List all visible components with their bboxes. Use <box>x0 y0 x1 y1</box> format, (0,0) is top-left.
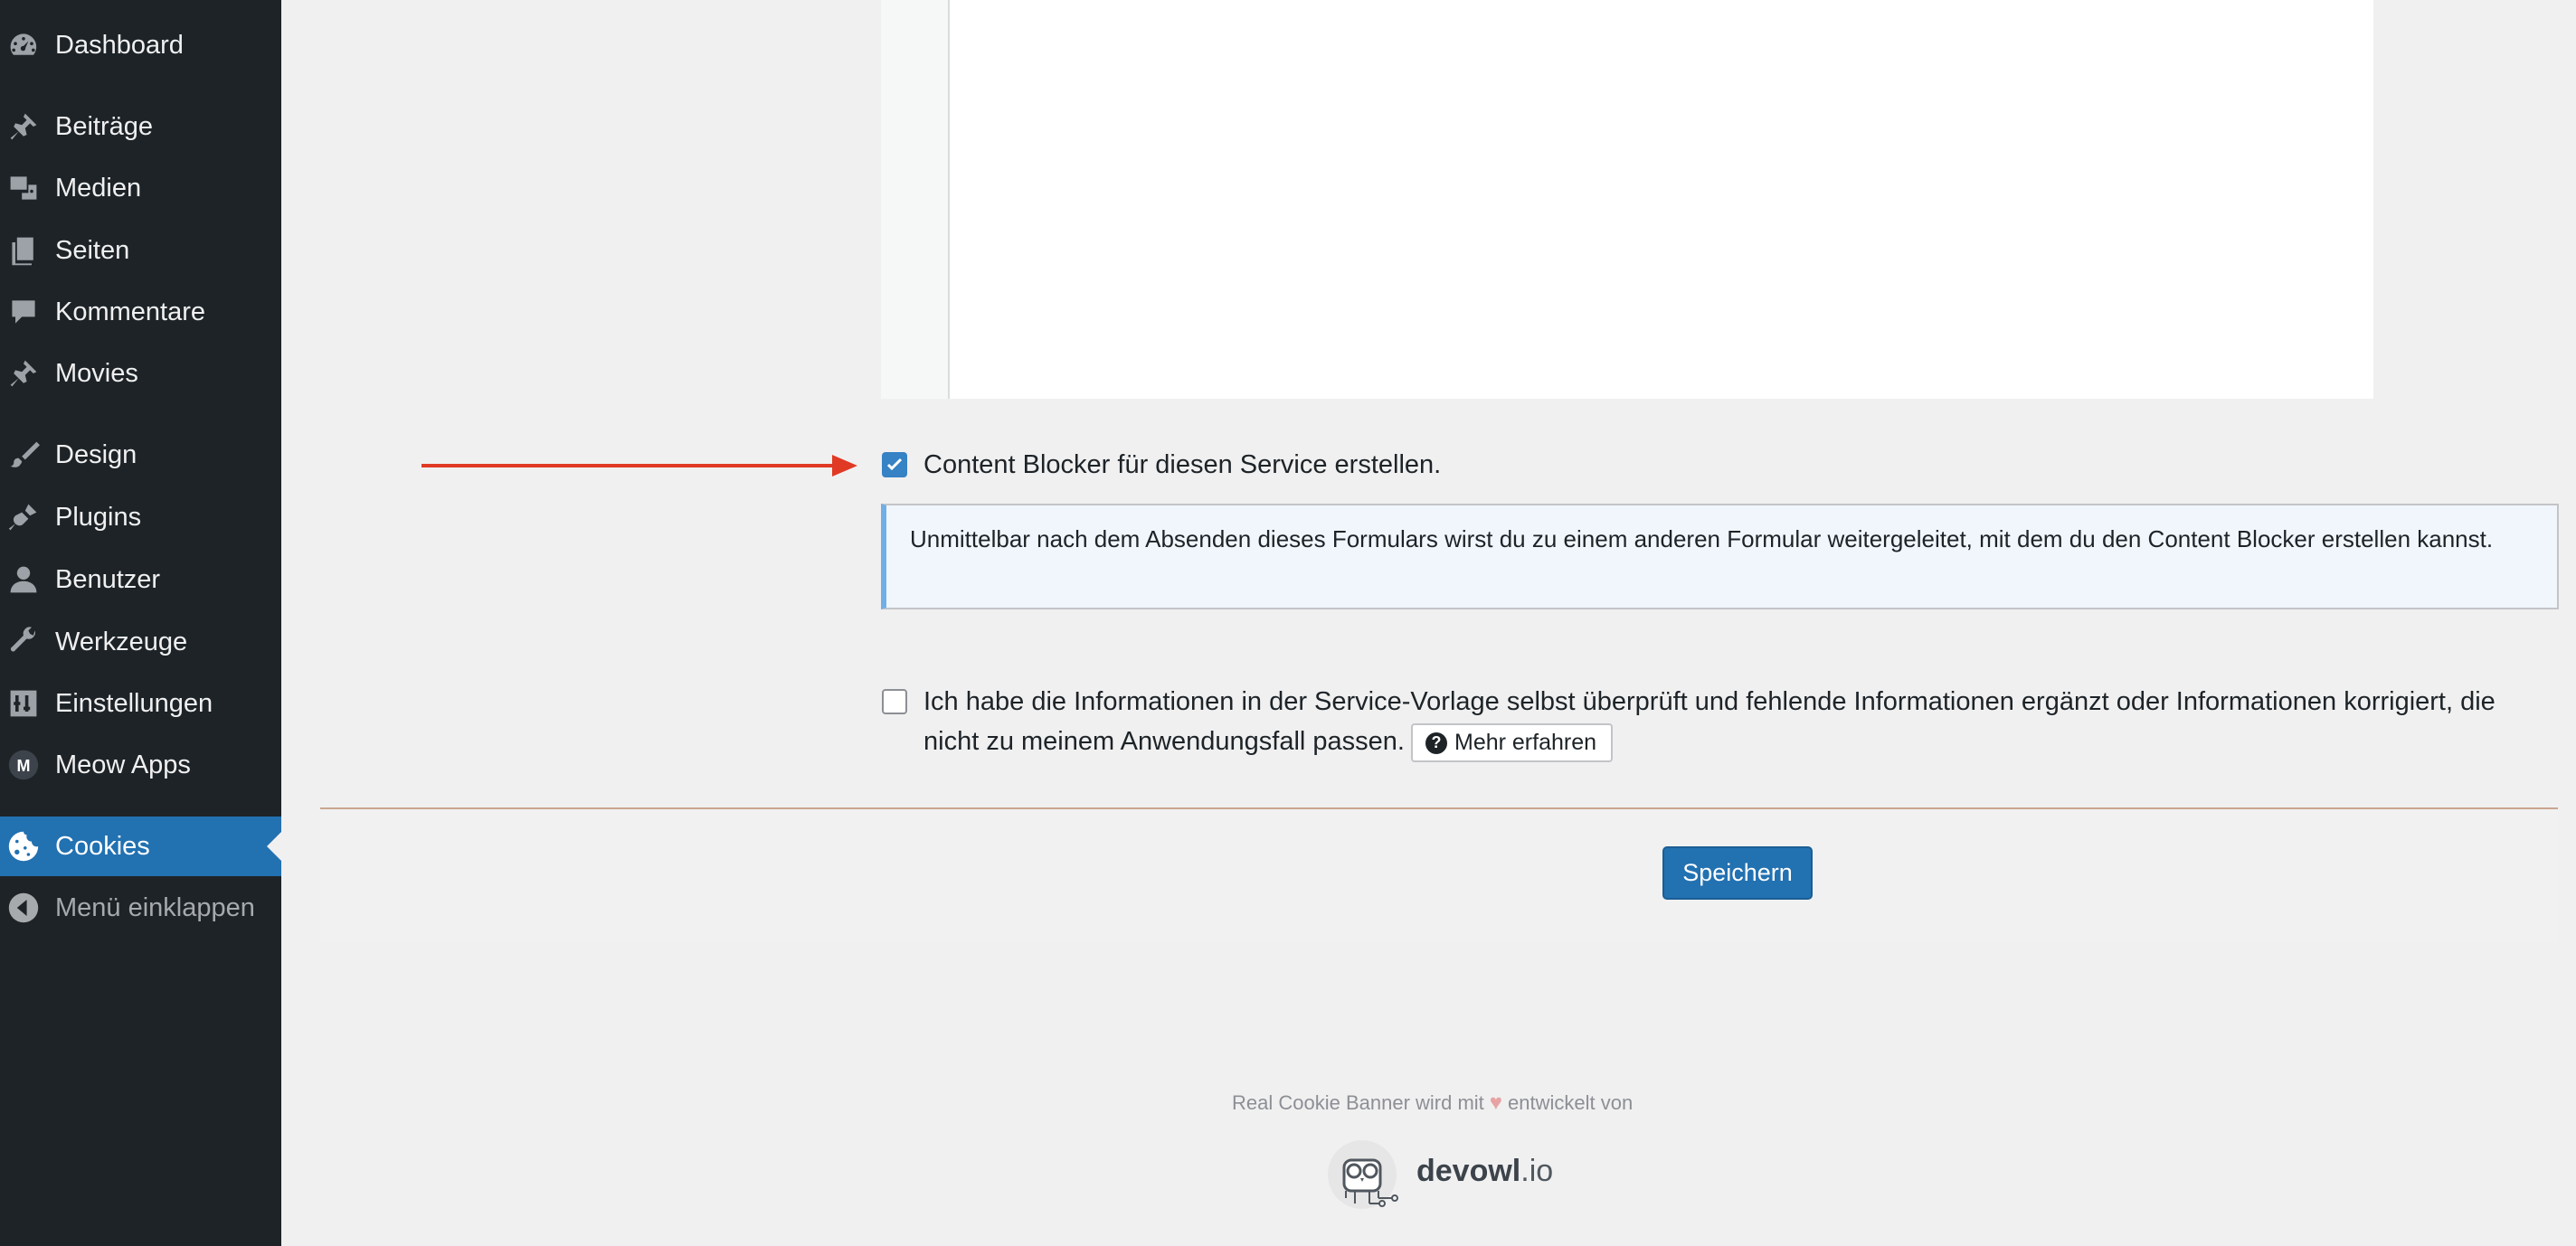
credit-suffix: entwickelt von <box>1508 1091 1634 1114</box>
sidebar-item-label: Benutzer <box>55 564 161 594</box>
sidebar-item-movies[interactable]: Movies <box>0 344 281 403</box>
verify-label-line2[interactable]: nicht zu meinem Anwendungsfall passen. <box>923 722 1405 761</box>
dashboard-icon <box>5 27 42 63</box>
credit-prefix: Real Cookie Banner wird mit <box>1232 1091 1484 1114</box>
info-notice: Unmittelbar nach dem Absenden dieses For… <box>881 504 2559 609</box>
sidebar-item-einstellungen[interactable]: Einstellungen <box>0 674 281 733</box>
sidebar-item-label: Einstellungen <box>55 688 213 718</box>
sidebar-item-label: Kommentare <box>55 297 206 326</box>
sidebar-item-meow-apps[interactable]: M Meow Apps <box>0 735 281 795</box>
sidebar-item-plugins[interactable]: Plugins <box>0 487 281 547</box>
devowl-logo-text[interactable]: devowl.io <box>1416 1154 1553 1189</box>
admin-sidebar: Dashboard Beiträge Medien Seiten Komment… <box>0 0 281 1246</box>
sidebar-item-werkzeuge[interactable]: Werkzeuge <box>0 612 281 672</box>
sidebar-item-label: Dashboard <box>55 30 184 60</box>
brush-icon <box>5 437 42 473</box>
pin-icon <box>5 355 42 392</box>
plugin-credit: Real Cookie Banner wird mit ♥ entwickelt… <box>1232 1090 1633 1116</box>
active-pointer <box>267 832 281 861</box>
save-button[interactable]: Speichern <box>1662 846 1813 900</box>
sidebar-item-label: Meow Apps <box>55 750 191 779</box>
sidebar-item-cookies[interactable]: Cookies <box>0 817 281 876</box>
pin-icon <box>5 109 42 145</box>
code-editor[interactable] <box>881 0 2373 399</box>
logo-rest: .io <box>1520 1154 1554 1188</box>
sidebar-item-label: Design <box>55 439 137 469</box>
media-icon <box>5 170 42 206</box>
cookie-icon <box>5 828 42 864</box>
content-blocker-label[interactable]: Content Blocker für diesen Service erste… <box>923 445 1441 485</box>
user-icon <box>5 562 42 598</box>
settings-icon <box>5 685 42 722</box>
more-button-label: Mehr erfahren <box>1454 730 1597 755</box>
sidebar-item-dashboard[interactable]: Dashboard <box>0 15 281 75</box>
sidebar-item-label: Seiten <box>55 235 130 265</box>
annotation-arrow-icon <box>421 455 857 477</box>
sidebar-item-label: Medien <box>55 173 142 203</box>
sidebar-item-label: Werkzeuge <box>55 627 188 656</box>
verify-checkbox[interactable] <box>882 689 907 714</box>
sidebar-item-seiten[interactable]: Seiten <box>0 221 281 280</box>
svg-text:M: M <box>17 757 31 775</box>
plugin-icon <box>5 499 42 535</box>
editor-gutter <box>881 0 950 399</box>
sidebar-item-label: Movies <box>55 358 138 388</box>
form-footer <box>320 807 2558 942</box>
sidebar-item-label: Cookies <box>55 831 150 861</box>
heart-icon: ♥ <box>1489 1090 1503 1115</box>
question-icon: ? <box>1425 732 1447 754</box>
sidebar-item-label: Beiträge <box>55 111 154 141</box>
sidebar-item-benutzer[interactable]: Benutzer <box>0 550 281 609</box>
checkmark-icon <box>886 458 903 471</box>
content-blocker-checkbox[interactable] <box>882 452 907 477</box>
save-button-label: Speichern <box>1682 859 1793 886</box>
comment-icon <box>5 294 42 330</box>
sidebar-item-beitraege[interactable]: Beiträge <box>0 97 281 156</box>
pages-icon <box>5 232 42 269</box>
sidebar-item-medien[interactable]: Medien <box>0 158 281 218</box>
meow-apps-icon: M <box>5 747 42 783</box>
devowl-owl-icon[interactable] <box>1324 1137 1415 1213</box>
wrench-icon <box>5 624 42 660</box>
sidebar-item-label: Plugins <box>55 502 142 532</box>
collapse-icon <box>5 890 42 926</box>
sidebar-item-design[interactable]: Design <box>0 425 281 485</box>
sidebar-collapse-menu[interactable]: Menü einklappen <box>0 878 281 938</box>
verify-label-line1[interactable]: Ich habe die Informationen in der Servic… <box>923 682 2496 722</box>
notice-text: Unmittelbar nach dem Absenden dieses For… <box>910 525 2494 552</box>
logo-bold: devowl <box>1416 1154 1521 1188</box>
sidebar-item-kommentare[interactable]: Kommentare <box>0 282 281 342</box>
mehr-erfahren-button[interactable]: ? Mehr erfahren <box>1411 723 1613 762</box>
sidebar-item-label: Menü einklappen <box>55 892 255 922</box>
